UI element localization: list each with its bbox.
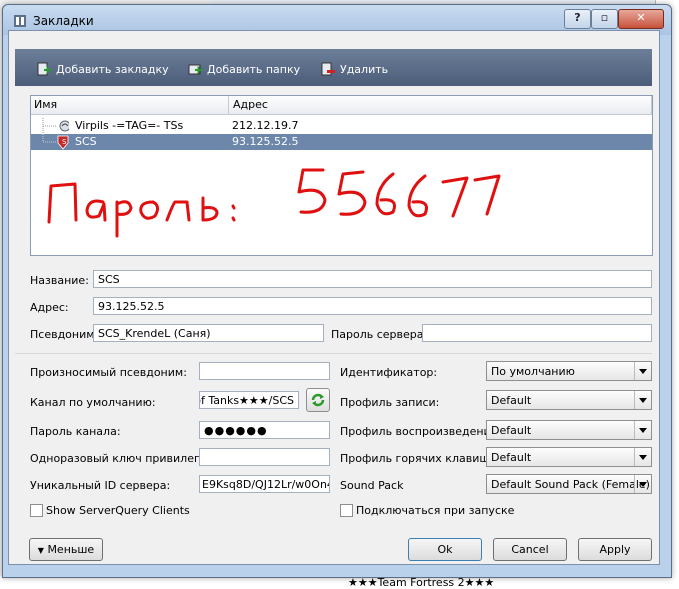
chevron-down-icon: [634, 448, 651, 466]
apply-label: Apply: [599, 543, 631, 556]
soundpack-select[interactable]: Default Sound Pack (Female): [486, 474, 652, 494]
maximize-icon: ▫: [600, 11, 609, 24]
capture-profile-value: Default: [491, 394, 532, 407]
identity-value: По умолчанию: [491, 365, 575, 378]
identity-label: Идентификатор:: [340, 366, 438, 379]
soundpack-value: Default Sound Pack (Female): [491, 478, 650, 491]
address-field[interactable]: 93.125.52.5: [93, 297, 652, 315]
shield-server-icon: S: [42, 134, 69, 150]
cancel-label: Cancel: [511, 543, 549, 556]
ok-label: Ok: [437, 543, 453, 556]
delete-label: Удалить: [340, 62, 389, 76]
bookmark-address: 93.125.52.5: [232, 135, 299, 148]
bookmark-window-icon: [14, 15, 26, 27]
add-bookmark-icon: [37, 62, 51, 76]
column-divider: [651, 96, 652, 114]
ok-button[interactable]: Ok: [408, 538, 482, 561]
show-serverquery-checkbox[interactable]: [30, 504, 43, 517]
hotkey-profile-select[interactable]: Default: [486, 447, 652, 467]
refresh-icon: [311, 393, 325, 407]
playback-profile-select[interactable]: Default: [486, 420, 652, 440]
list-item-selected[interactable]: S SCS 93.125.52.5: [31, 134, 652, 150]
apply-button[interactable]: Apply: [578, 538, 652, 561]
column-divider[interactable]: [228, 96, 229, 114]
bookmark-name: SCS: [75, 135, 97, 148]
privilege-key-label: Одноразовый ключ привилегий:: [30, 452, 218, 465]
add-folder-icon: [188, 64, 202, 75]
hotkey-profile-value: Default: [491, 451, 532, 464]
chevron-down-icon: [634, 475, 651, 493]
cancel-button[interactable]: Cancel: [493, 538, 567, 561]
default-channel-value: of Tanks★★★/SCS: [199, 394, 294, 407]
list-item[interactable]: Virpils -=TAG=- TSs 212.12.19.7: [31, 118, 652, 134]
less-label: Меньше: [47, 543, 95, 556]
close-icon: ✕: [636, 11, 646, 24]
less-button[interactable]: ▼ Меньше: [29, 538, 103, 561]
channel-password-field[interactable]: ●●●●●●: [199, 421, 330, 439]
svg-text:S: S: [62, 138, 67, 146]
chevron-down-icon: [634, 362, 651, 380]
add-folder-button[interactable]: Добавить папку: [188, 61, 300, 77]
add-bookmark-label: Добавить закладку: [56, 62, 169, 76]
capture-profile-select[interactable]: Default: [486, 390, 652, 410]
nickname-field[interactable]: SCS_KrendeL (Саня): [93, 324, 324, 342]
bookmark-list[interactable]: Имя Адрес Virpils -=TAG=- TSs 212.12.19.…: [30, 95, 653, 256]
name-field[interactable]: SCS: [93, 270, 652, 288]
section-divider: [15, 353, 652, 354]
unique-id-field[interactable]: E9Ksq8D/QJ12Lr/w0On4=: [199, 475, 330, 493]
column-address-header[interactable]: Адрес: [233, 98, 268, 111]
list-header: Имя Адрес: [31, 96, 652, 115]
handwritten-password-note: [47, 168, 501, 238]
unique-id-label: Уникальный ID сервера:: [30, 479, 171, 492]
add-bookmark-button[interactable]: Добавить закладку: [37, 61, 169, 77]
default-channel-label: Канал по умолчанию:: [30, 396, 156, 409]
connect-on-start-checkbox[interactable]: [340, 504, 353, 517]
soundpack-label: Sound Pack: [340, 479, 404, 492]
bookmark-toolbar: Добавить закладку Добавить папку Удалить: [15, 49, 652, 86]
identity-select[interactable]: По умолчанию: [486, 361, 652, 381]
show-serverquery-label: Show ServerQuery Clients: [46, 504, 190, 517]
column-name-header[interactable]: Имя: [34, 98, 57, 111]
add-folder-label: Добавить папку: [207, 62, 301, 76]
bookmark-address: 212.12.19.7: [232, 119, 299, 132]
server-password-label: Пароль сервера:: [331, 328, 428, 341]
bookmark-name: Virpils -=TAG=- TSs: [75, 119, 184, 132]
privilege-key-field[interactable]: [199, 448, 330, 466]
help-button[interactable]: ?: [564, 9, 591, 29]
phonetic-nickname-field[interactable]: [199, 362, 330, 380]
nickname-label: Псевдоним:: [30, 328, 99, 341]
name-label: Название:: [30, 274, 89, 287]
delete-button[interactable]: Удалить: [321, 61, 388, 77]
refresh-channel-button[interactable]: [306, 388, 330, 412]
chevron-down-icon: [634, 421, 651, 439]
phonetic-nickname-label: Произносимый псевдоним:: [30, 366, 187, 379]
server-password-field[interactable]: [422, 324, 652, 342]
delete-icon: [321, 62, 335, 76]
address-label: Адрес:: [30, 301, 69, 314]
playback-profile-label: Профиль воспроизведения:: [340, 425, 501, 438]
default-channel-field[interactable]: of Tanks★★★/SCS: [199, 391, 299, 409]
chevron-down-icon: ▼: [37, 546, 44, 555]
window-title: Закладки: [33, 14, 94, 28]
maximize-button[interactable]: ▫: [591, 9, 618, 29]
capture-profile-label: Профиль записи:: [340, 396, 440, 409]
chevron-down-icon: [634, 391, 651, 409]
connect-on-start-label: Подключаться при запуске: [356, 504, 515, 517]
hotkey-profile-label: Профиль горячих клавиш:: [340, 452, 494, 465]
channel-password-label: Пароль канала:: [30, 425, 121, 438]
close-button[interactable]: ✕: [618, 9, 664, 29]
tree-line: [42, 118, 69, 134]
help-icon: ?: [574, 11, 581, 24]
playback-profile-value: Default: [491, 424, 532, 437]
